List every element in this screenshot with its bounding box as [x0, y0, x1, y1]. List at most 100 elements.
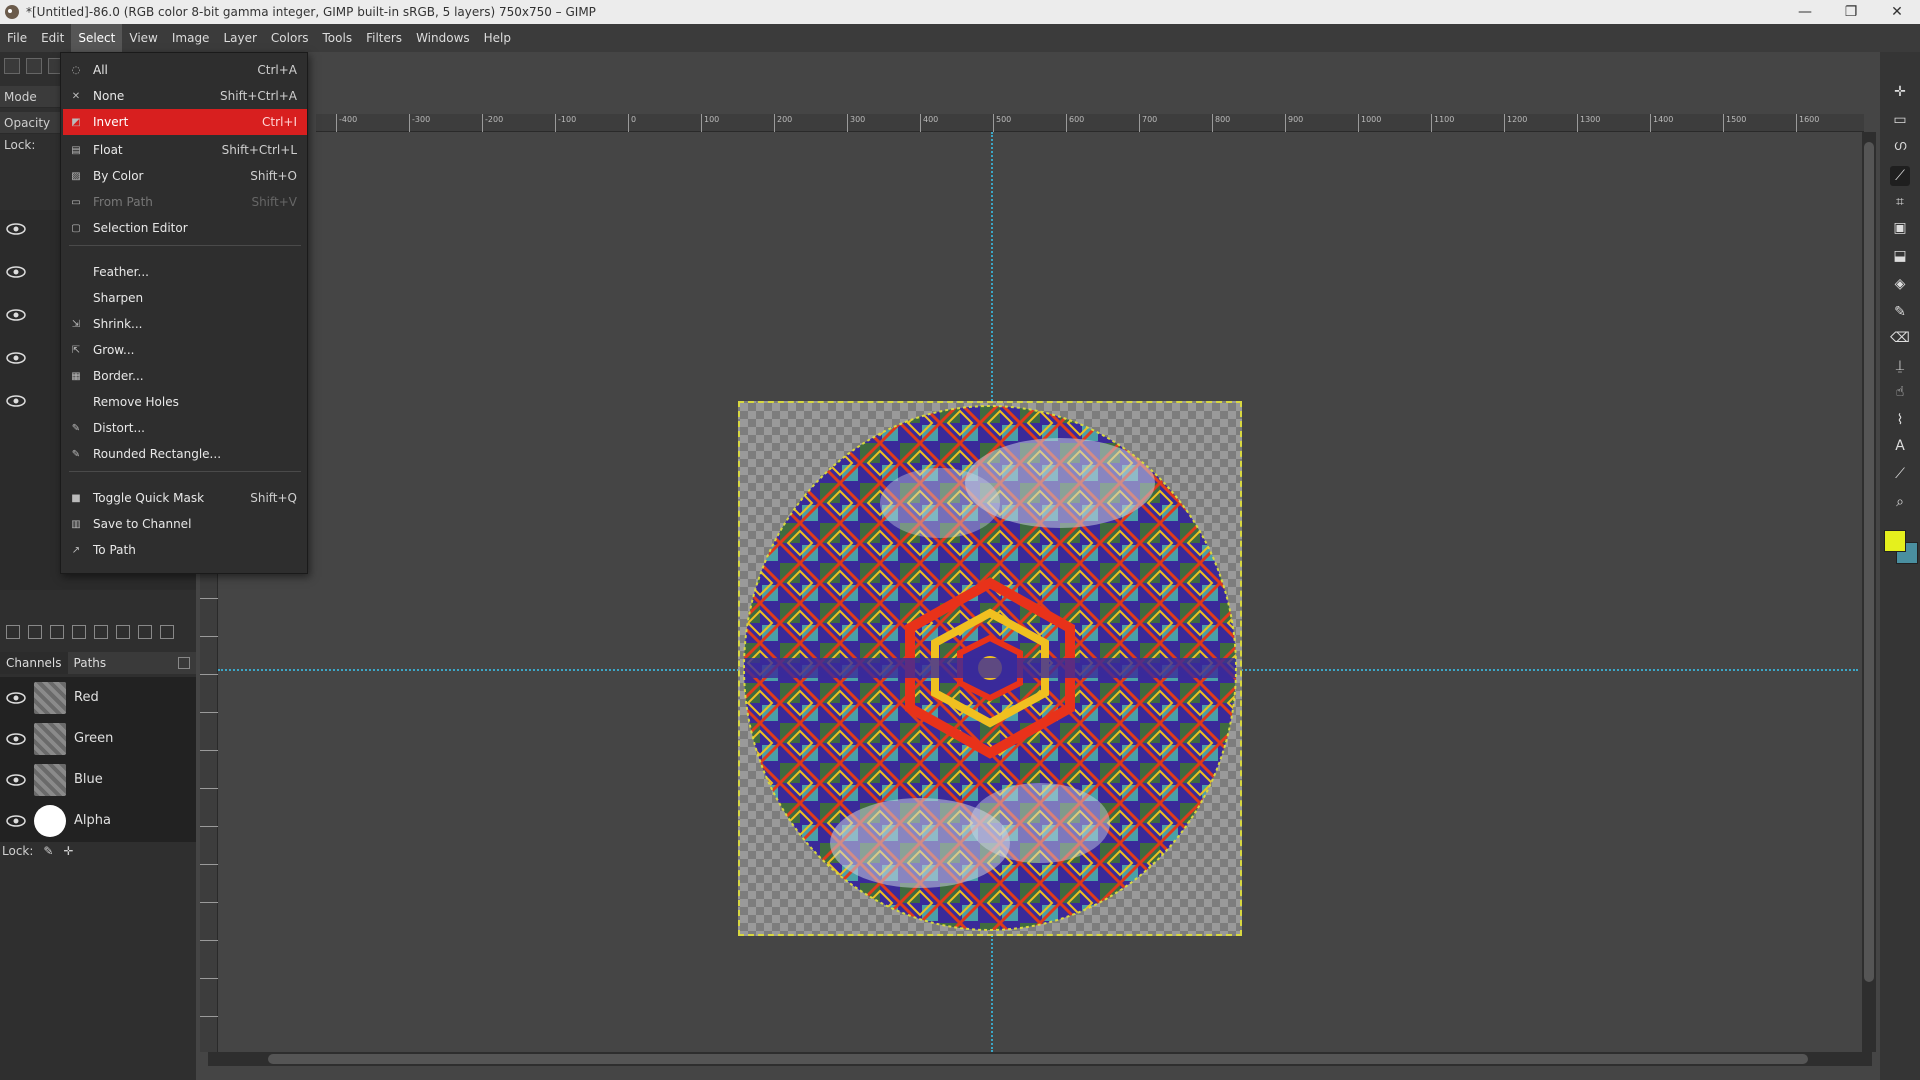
- ruler-label: -100: [555, 114, 576, 132]
- scrollbar-thumb[interactable]: [1864, 142, 1874, 982]
- close-button[interactable]: ✕: [1874, 0, 1920, 24]
- menu-tools[interactable]: Tools: [316, 24, 360, 52]
- paintbrush-tool-icon[interactable]: ✎: [1890, 302, 1910, 322]
- paths-tool-icon[interactable]: ⌇: [1890, 410, 1910, 430]
- clone-tool-icon[interactable]: ⍊: [1890, 356, 1910, 376]
- duplicate-layer-icon[interactable]: [94, 625, 108, 639]
- kaleidoscope-image: [743, 405, 1237, 931]
- menu-view[interactable]: View: [122, 24, 164, 52]
- eye-icon[interactable]: [4, 691, 28, 705]
- menu-item-invert[interactable]: ◩ Invert Ctrl+I: [63, 109, 307, 135]
- channel-name: Red: [74, 690, 99, 705]
- crop-tool-icon[interactable]: ⌗: [1890, 192, 1910, 212]
- by-color-icon: ▨: [71, 170, 81, 182]
- panel-menu-icon[interactable]: [178, 657, 190, 669]
- menu-item-from-path[interactable]: ▭ From Path Shift+V: [63, 189, 307, 215]
- menu-item-remove-holes[interactable]: Remove Holes: [63, 389, 307, 415]
- lock-label: Lock:: [2, 844, 34, 858]
- scrollbar-thumb[interactable]: [268, 1054, 1808, 1064]
- eye-icon[interactable]: [6, 265, 26, 279]
- menu-item-label: From Path: [93, 195, 153, 209]
- eye-icon[interactable]: [6, 394, 26, 408]
- new-layer-icon[interactable]: [6, 625, 20, 639]
- menu-item-border[interactable]: ▦ Border...: [63, 363, 307, 389]
- text-tool-icon[interactable]: A: [1890, 436, 1910, 456]
- menu-item-save-to-channel[interactable]: ▥ Save to Channel: [63, 511, 307, 537]
- channel-row[interactable]: Alpha: [0, 800, 196, 841]
- menu-item-feather[interactable]: Feather...: [63, 259, 307, 285]
- menu-colors[interactable]: Colors: [264, 24, 316, 52]
- menu-item-label: Invert: [93, 115, 129, 129]
- menu-item-none[interactable]: ✕ None Shift+Ctrl+A: [63, 83, 307, 109]
- menu-item-float[interactable]: ▤ Float Shift+Ctrl+L: [63, 137, 307, 163]
- ruler-tick: [200, 598, 218, 599]
- menu-item-distort[interactable]: ✎ Distort...: [63, 415, 307, 441]
- foreground-color-swatch[interactable]: [1884, 530, 1906, 552]
- menu-item-selection-editor[interactable]: ▢ Selection Editor: [63, 215, 307, 241]
- back-arrow-icon[interactable]: [4, 58, 20, 74]
- move-tool-icon[interactable]: ✛: [1890, 82, 1910, 102]
- menu-edit[interactable]: Edit: [34, 24, 71, 52]
- ruler-tick: [200, 1016, 218, 1017]
- channel-name: Alpha: [74, 813, 111, 828]
- menu-item-to-path[interactable]: ↗ To Path: [63, 537, 307, 563]
- warp-tool-icon[interactable]: ⬓: [1890, 246, 1910, 266]
- channel-row[interactable]: Blue: [0, 759, 196, 800]
- menu-item-label: None: [93, 89, 125, 103]
- eye-icon[interactable]: [4, 773, 28, 787]
- bucket-fill-tool-icon[interactable]: ◈: [1890, 274, 1910, 294]
- channel-row[interactable]: Red: [0, 677, 196, 718]
- menu-file[interactable]: File: [0, 24, 34, 52]
- zoom-tool-icon[interactable]: ⌕: [1890, 492, 1910, 512]
- horizontal-scrollbar[interactable]: [208, 1052, 1872, 1066]
- delete-layer-icon[interactable]: [160, 625, 174, 639]
- image-canvas[interactable]: [738, 401, 1242, 936]
- menu-item-shortcut: Ctrl+A: [257, 63, 297, 77]
- menu-item-rounded-rectangle[interactable]: ✎ Rounded Rectangle...: [63, 441, 307, 467]
- eye-icon[interactable]: [6, 351, 26, 365]
- menu-help[interactable]: Help: [477, 24, 518, 52]
- brush-icon[interactable]: [26, 58, 42, 74]
- minimize-button[interactable]: —: [1782, 0, 1828, 24]
- mask-layer-icon[interactable]: [138, 625, 152, 639]
- rect-select-tool-icon[interactable]: ▭: [1890, 110, 1910, 130]
- transform-tool-icon[interactable]: ▣: [1890, 218, 1910, 238]
- pencil-icon[interactable]: ✎: [43, 844, 53, 858]
- eraser-tool-icon[interactable]: ⌫: [1890, 328, 1910, 348]
- maximize-button[interactable]: ❐: [1828, 0, 1874, 24]
- menu-image[interactable]: Image: [165, 24, 217, 52]
- menu-item-grow[interactable]: ⇱ Grow...: [63, 337, 307, 363]
- eye-icon[interactable]: [4, 814, 28, 828]
- menu-item-all[interactable]: ◌ All Ctrl+A: [63, 57, 307, 83]
- lasso-tool-icon[interactable]: ഗ: [1890, 136, 1910, 156]
- lower-layer-icon[interactable]: [72, 625, 86, 639]
- move-icon[interactable]: ✛: [63, 844, 73, 858]
- menu-filters[interactable]: Filters: [359, 24, 409, 52]
- channel-row[interactable]: Green: [0, 718, 196, 759]
- menu-item-by-color[interactable]: ▨ By Color Shift+O: [63, 163, 307, 189]
- ruler-label: 1000: [1358, 114, 1381, 132]
- menu-layer[interactable]: Layer: [216, 24, 263, 52]
- eye-icon[interactable]: [6, 308, 26, 322]
- new-group-icon[interactable]: [28, 625, 42, 639]
- eye-icon[interactable]: [4, 732, 28, 746]
- menu-item-label: Selection Editor: [93, 221, 188, 235]
- menu-item-sharpen[interactable]: Sharpen: [63, 285, 307, 311]
- layer-buttons: [0, 620, 196, 644]
- raise-layer-icon[interactable]: [50, 625, 64, 639]
- smudge-tool-icon[interactable]: ☝: [1890, 382, 1910, 402]
- float-icon: ▤: [71, 144, 81, 156]
- menu-select[interactable]: Select: [71, 24, 123, 52]
- menu-windows[interactable]: Windows: [409, 24, 477, 52]
- tab-paths[interactable]: Paths: [68, 652, 113, 674]
- menu-item-toggle-quick-mask[interactable]: ■ Toggle Quick Mask Shift+Q: [63, 485, 307, 511]
- vertical-scrollbar[interactable]: [1862, 132, 1876, 1052]
- fuzzy-select-tool-icon[interactable]: ⟋: [1890, 166, 1910, 186]
- eye-icon[interactable]: [6, 222, 26, 236]
- title-bar: *[Untitled]-86.0 (RGB color 8-bit gamma …: [0, 0, 1920, 24]
- menu-item-shrink[interactable]: ⇲ Shrink...: [63, 311, 307, 337]
- ruler-label: 600: [1066, 114, 1084, 132]
- color-picker-tool-icon[interactable]: ⟋: [1890, 464, 1910, 484]
- anchor-layer-icon[interactable]: [116, 625, 130, 639]
- tab-channels[interactable]: Channels: [0, 652, 68, 674]
